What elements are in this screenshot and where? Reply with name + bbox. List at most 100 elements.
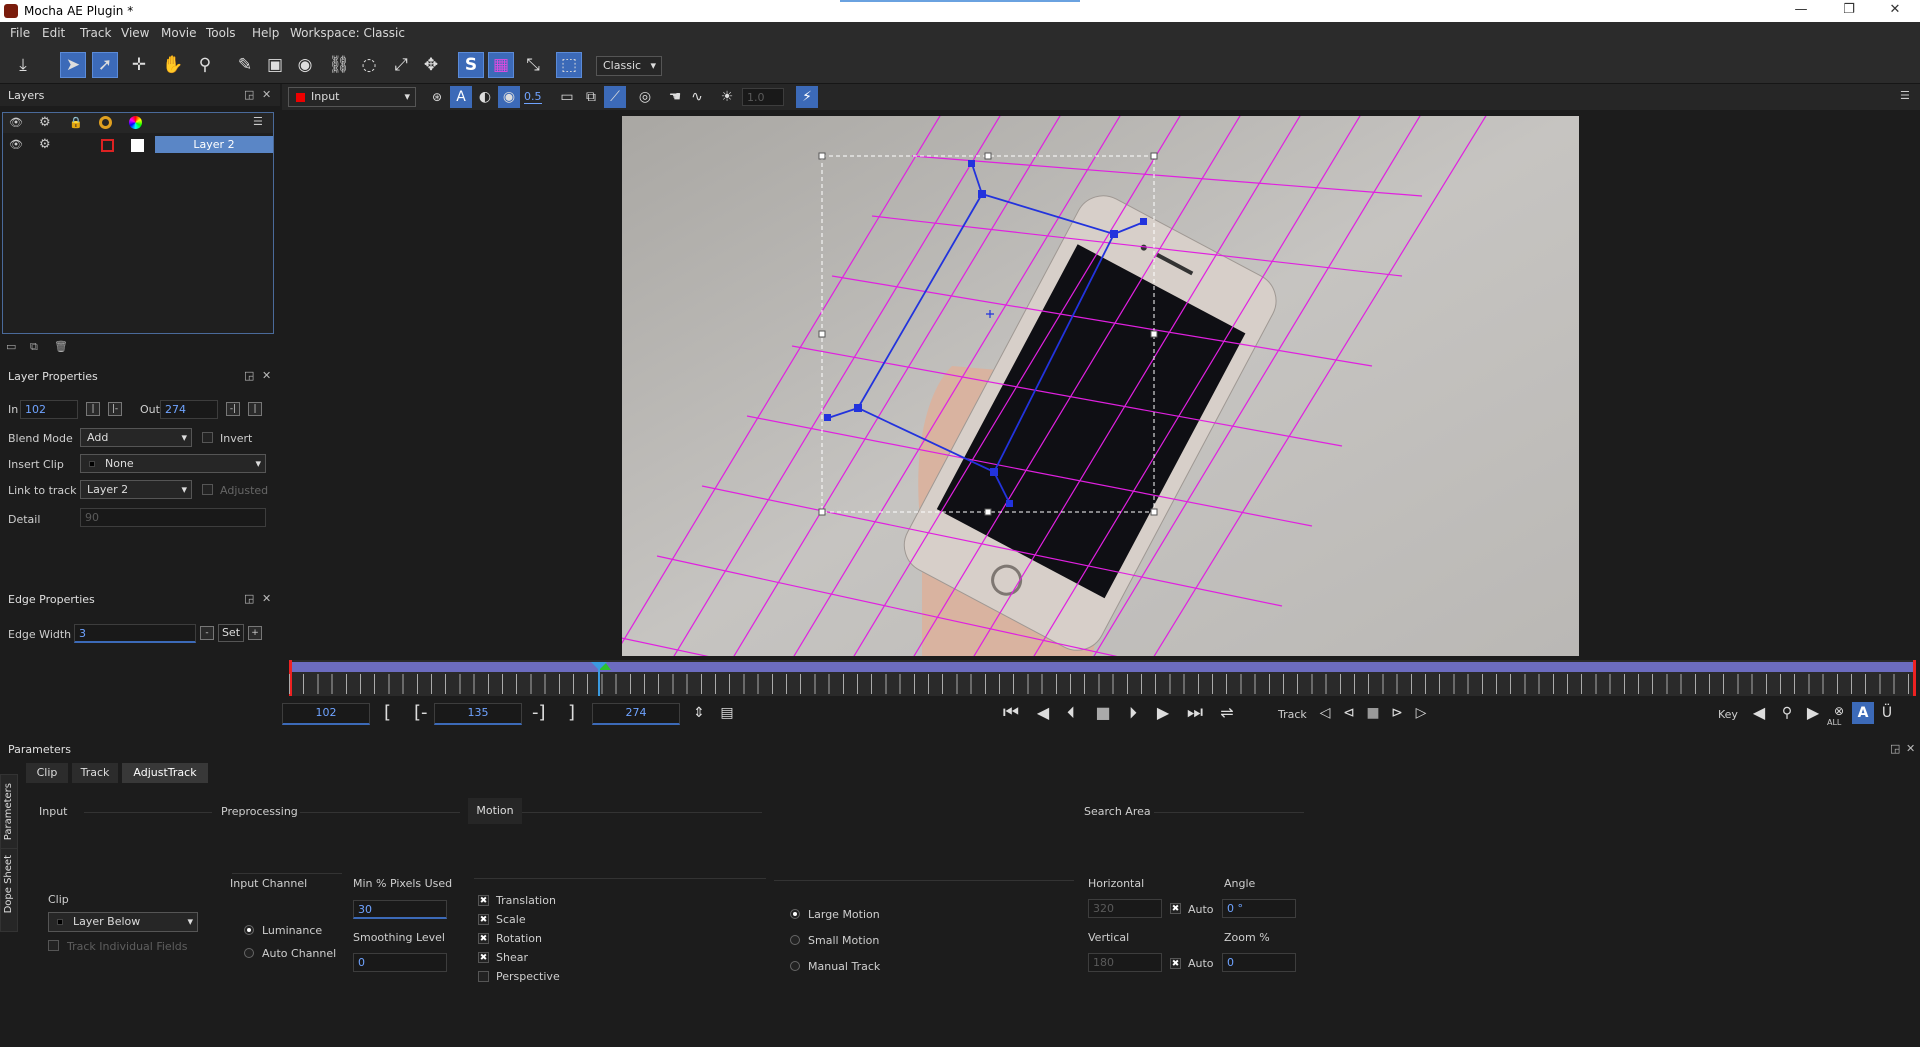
layer-row[interactable]: 👁 ⚙ Layer 2 <box>3 135 273 155</box>
track-stop-icon[interactable]: ■ <box>1362 702 1384 724</box>
viewer-area[interactable] <box>282 110 1920 658</box>
move-icon[interactable]: ✥ <box>418 52 444 78</box>
close-window-button[interactable]: ✕ <box>1872 0 1918 22</box>
out-frame-field[interactable]: 274 <box>160 400 218 419</box>
zoom-timeline-icon[interactable]: ⇕ <box>688 702 710 724</box>
current-frame-field[interactable]: 135 <box>434 703 522 725</box>
cache-icon[interactable]: ⚡ <box>796 86 818 108</box>
lasso-icon[interactable]: ◌ <box>356 52 382 78</box>
color-ring-icon[interactable] <box>99 116 112 129</box>
transform-icon[interactable]: ⤢ <box>388 52 414 78</box>
shear-checkbox[interactable]: ✖ <box>478 952 489 963</box>
out-frame-timeline-field[interactable]: 274 <box>592 703 680 725</box>
link-icon[interactable]: ⛓ <box>326 52 352 78</box>
loop-icon[interactable]: ⇌ <box>1216 702 1238 724</box>
float-panel-icon[interactable]: ◲ <box>244 592 254 605</box>
link-to-track-select[interactable]: Layer 2 ▾ <box>80 480 192 499</box>
manual-track-radio[interactable] <box>790 961 800 971</box>
timeline-range[interactable] <box>289 662 1916 672</box>
large-motion-radio[interactable] <box>790 909 800 919</box>
go-to-start-icon[interactable]: ⏮ <box>1000 702 1022 724</box>
mask-icon[interactable]: ◐ <box>474 86 496 108</box>
rotation-checkbox[interactable]: ✖ <box>478 933 489 944</box>
layer-matte-swatch[interactable] <box>131 139 144 152</box>
track-step-backward-icon[interactable]: ⊲ <box>1338 702 1360 724</box>
close-panel-icon[interactable]: ✕ <box>262 592 271 605</box>
track-step-forward-icon[interactable]: ⊳ <box>1386 702 1408 724</box>
menu-help[interactable]: Help <box>252 26 279 40</box>
scale-checkbox[interactable]: ✖ <box>478 914 489 925</box>
snapshot-icon[interactable]: ◎ <box>634 86 656 108</box>
side-tab-dope-sheet[interactable]: Dope Sheet <box>0 848 18 932</box>
track-forward-icon[interactable]: ▷ <box>1410 702 1432 724</box>
go-to-end-icon[interactable]: ⏭ <box>1184 702 1206 724</box>
in-frame-timeline-field[interactable]: 102 <box>282 703 370 725</box>
track-backward-icon[interactable]: ◁ <box>1314 702 1336 724</box>
detail-field[interactable]: 90 <box>80 508 266 527</box>
menu-edit[interactable]: Edit <box>42 26 65 40</box>
pan-hand-icon[interactable]: ✋ <box>160 52 186 78</box>
circle-tool-icon[interactable]: ◉ <box>292 52 318 78</box>
go-out-button[interactable]: -| <box>226 402 240 416</box>
selection-box-icon[interactable]: ⬚ <box>556 52 582 78</box>
adjusted-checkbox[interactable] <box>202 484 213 495</box>
diff-icon[interactable]: ⟋ <box>604 86 626 108</box>
zoom-field[interactable]: 0 <box>1222 953 1296 972</box>
close-panel-icon[interactable]: ✕ <box>1906 742 1915 755</box>
perspective-checkbox[interactable] <box>478 971 489 982</box>
set-out-button[interactable]: | <box>248 402 262 416</box>
duplicate-layer-icon[interactable]: ⧉ <box>30 340 38 354</box>
tab-track[interactable]: Track <box>72 763 118 783</box>
trash-icon[interactable]: 🗑 <box>54 340 68 353</box>
layer-gear-icon[interactable]: ⚙ <box>39 137 51 152</box>
menu-workspace[interactable]: Workspace: Classic <box>290 26 405 40</box>
menu-movie[interactable]: Movie <box>161 26 197 40</box>
select-tool-icon[interactable]: ➤ <box>60 52 86 78</box>
grid-icon[interactable]: ▦ <box>488 52 514 78</box>
overlay-icon[interactable]: ◉ <box>498 86 520 108</box>
zoom-icon[interactable]: ⚲ <box>192 52 218 78</box>
edge-width-field[interactable]: 3 <box>74 624 196 643</box>
prev-key-icon[interactable]: ◀ <box>1748 702 1770 724</box>
new-layer-icon[interactable]: ▭ <box>6 340 16 353</box>
save-icon[interactable]: ⤓ <box>10 52 36 78</box>
workspace-select[interactable]: Classic ▾ <box>596 56 662 76</box>
menu-track[interactable]: Track <box>80 26 111 40</box>
float-panel-icon[interactable]: ◲ <box>244 88 254 101</box>
auto-horizontal-checkbox[interactable]: ✖ <box>1170 903 1181 914</box>
surface-icon[interactable]: S <box>458 52 484 78</box>
layer-color-swatch[interactable] <box>101 139 114 152</box>
tab-adjust-track[interactable]: AdjustTrack <box>122 763 208 783</box>
color-wheel-icon[interactable] <box>129 116 142 129</box>
smoothing-field[interactable]: 0 <box>353 953 447 972</box>
set-in-button[interactable]: | <box>86 402 100 416</box>
close-panel-icon[interactable]: ✕ <box>262 88 271 101</box>
timeline-bar[interactable] <box>289 660 1916 696</box>
play-backward-icon[interactable]: ◀ <box>1032 702 1054 724</box>
auto-vertical-checkbox[interactable]: ✖ <box>1170 958 1181 969</box>
viewer-menu-icon[interactable]: ☰ <box>1900 89 1910 102</box>
composite-icon[interactable]: ⧉ <box>580 86 602 108</box>
go-in-button[interactable]: |- <box>108 402 122 416</box>
set-in-point-button[interactable]: [ <box>384 702 391 723</box>
autokey-icon[interactable]: A <box>1852 702 1874 724</box>
edge-width-minus-button[interactable]: - <box>200 626 214 640</box>
blend-mode-select[interactable]: Add ▾ <box>80 428 192 447</box>
float-panel-icon[interactable]: ◲ <box>244 369 254 382</box>
menu-view[interactable]: View <box>121 26 149 40</box>
go-to-out-button[interactable]: -] <box>532 702 546 723</box>
tab-clip[interactable]: Clip <box>26 763 68 783</box>
layer-visibility-icon[interactable]: 👁 <box>9 138 23 151</box>
insert-clip-select[interactable]: None ▾ <box>80 454 266 473</box>
rect-tool-icon[interactable]: ▣ <box>262 52 288 78</box>
close-panel-icon[interactable]: ✕ <box>262 369 271 382</box>
small-motion-radio[interactable] <box>790 935 800 945</box>
viewer-frame[interactable] <box>622 116 1579 656</box>
set-out-point-button[interactable]: ] <box>568 702 575 723</box>
restore-button[interactable]: ❐ <box>1826 0 1872 22</box>
playhead-icon[interactable] <box>591 662 607 670</box>
menu-tools[interactable]: Tools <box>206 26 236 40</box>
brightness-field[interactable]: 1.0 <box>742 88 784 106</box>
in-frame-field[interactable]: 102 <box>20 400 78 419</box>
update-key-icon[interactable]: Ü <box>1876 702 1898 724</box>
